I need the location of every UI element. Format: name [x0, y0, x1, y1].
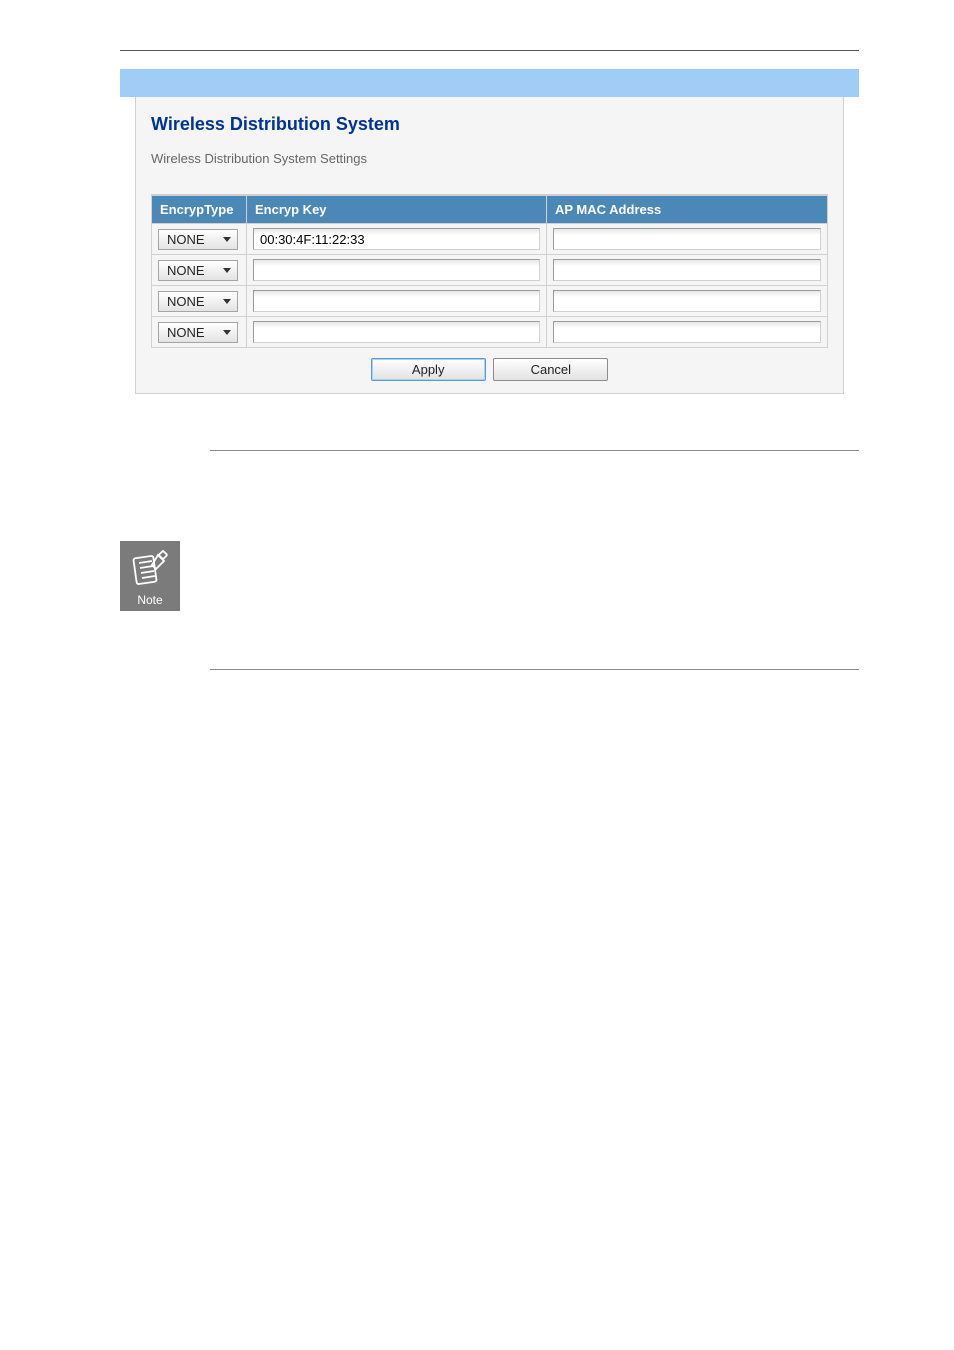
ap-mac-input[interactable]: [553, 321, 821, 343]
encryp-type-value: NONE: [167, 232, 205, 247]
encryp-type-select[interactable]: NONE: [158, 260, 238, 281]
chevron-down-icon: [223, 330, 231, 335]
encryp-key-input[interactable]: [253, 228, 540, 250]
wds-panel: Wireless Distribution System Wireless Di…: [135, 97, 844, 394]
th-encryp-key: Encryp Key: [247, 196, 547, 224]
header-bar: [120, 69, 859, 97]
chevron-down-icon: [223, 268, 231, 273]
table-row: NONE: [152, 317, 828, 348]
panel-title: Wireless Distribution System: [151, 114, 828, 135]
table-row: NONE: [152, 224, 828, 255]
encryp-key-input[interactable]: [253, 321, 540, 343]
table-row: NONE: [152, 286, 828, 317]
panel-subtitle: Wireless Distribution System Settings: [151, 151, 828, 166]
apply-button[interactable]: Apply: [371, 358, 486, 381]
encryp-key-input[interactable]: [253, 290, 540, 312]
encryp-type-value: NONE: [167, 294, 205, 309]
ap-mac-input[interactable]: [553, 290, 821, 312]
bottom-divider: [210, 669, 859, 670]
chevron-down-icon: [223, 237, 231, 242]
cancel-button[interactable]: Cancel: [493, 358, 608, 381]
page-top-divider: [120, 50, 859, 51]
encryp-type-select[interactable]: NONE: [158, 291, 238, 312]
th-encryp-type: EncrypType: [152, 196, 247, 224]
notepad-pen-icon: [130, 549, 170, 589]
encryp-type-select[interactable]: NONE: [158, 322, 238, 343]
note-label: Note: [137, 593, 162, 611]
button-row: Apply Cancel: [151, 348, 828, 381]
table-row: NONE: [152, 255, 828, 286]
note-icon: Note: [120, 541, 180, 611]
mid-divider: [210, 450, 859, 451]
note-block: Note: [120, 541, 859, 611]
encryp-type-select[interactable]: NONE: [158, 229, 238, 250]
th-ap-mac: AP MAC Address: [547, 196, 828, 224]
encryp-type-value: NONE: [167, 325, 205, 340]
ap-mac-input[interactable]: [553, 259, 821, 281]
ap-mac-input[interactable]: [553, 228, 821, 250]
chevron-down-icon: [223, 299, 231, 304]
encryp-key-input[interactable]: [253, 259, 540, 281]
wds-table: EncrypType Encryp Key AP MAC Address NON…: [151, 195, 828, 348]
encryp-type-value: NONE: [167, 263, 205, 278]
